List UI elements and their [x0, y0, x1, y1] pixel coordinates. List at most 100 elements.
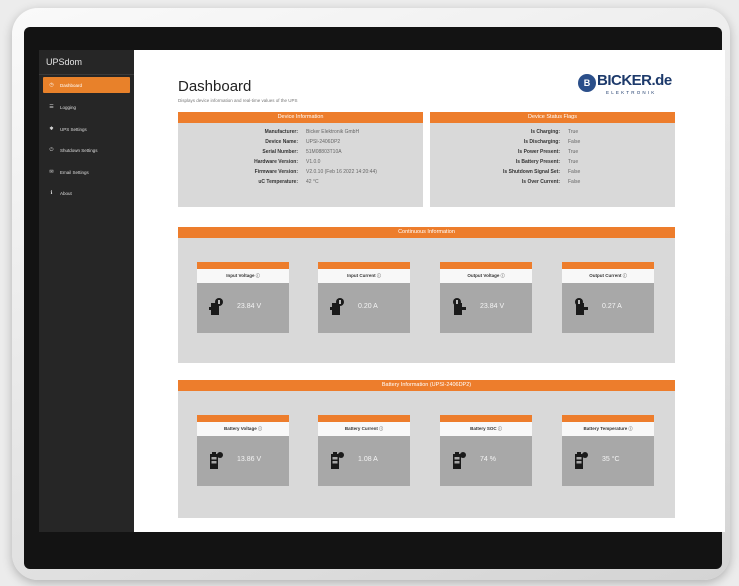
metric-card-battery-soc: Battery SOC ⓘ 74 % — [440, 415, 532, 486]
help-icon[interactable]: ⓘ — [628, 426, 632, 431]
metric-card-battery-voltage: Battery Voltage ⓘ 13.86 V — [197, 415, 289, 486]
kv-value: Bicker Elektronik GmbH — [306, 129, 360, 135]
card-body: 0.27 A — [562, 283, 654, 333]
card-label: Output Voltage ⓘ — [440, 269, 532, 283]
sidebar-item-shutdown-settings[interactable]: ⏻ Shutdown Settings — [43, 142, 130, 158]
help-icon[interactable]: ⓘ — [379, 426, 383, 431]
continuous-info-panel: Continuous Information Input Voltage ⓘ 2… — [178, 227, 675, 363]
card-value: 35 °C — [602, 456, 620, 463]
metric-card-battery-temperature: Battery Temperature ⓘ 35 °C — [562, 415, 654, 486]
plug-output-icon — [575, 298, 588, 315]
card-label-text: Input Current — [347, 273, 376, 278]
card-accent — [197, 415, 289, 422]
sidebar-item-about[interactable]: ℹ About — [43, 185, 130, 201]
power-icon: ⏻ — [49, 147, 54, 153]
card-accent — [318, 415, 410, 422]
gear-icon: ✱ — [49, 126, 54, 132]
sidebar: UPSdom ◷ Dashboard ☰ Logging ✱ UPS Setti… — [39, 50, 134, 532]
battery-icon — [575, 452, 588, 469]
kv-key: Is Power Present: — [518, 149, 560, 155]
card-body: 74 % — [440, 436, 532, 486]
page-subtitle: Displays device information and real-tim… — [178, 98, 298, 103]
kv-value: V1.0.0 — [306, 159, 321, 165]
card-accent — [318, 262, 410, 269]
kv-key: Device Name: — [265, 139, 298, 145]
sidebar-item-logging[interactable]: ☰ Logging — [43, 99, 130, 115]
card-value: 0.27 A — [602, 303, 622, 310]
kv-value: False — [568, 139, 581, 145]
help-icon[interactable]: ⓘ — [501, 273, 505, 278]
sidebar-item-label: About — [60, 190, 72, 196]
kv-key: Is Over Current: — [521, 179, 560, 185]
kv-value: 51M08803T10A — [306, 149, 342, 155]
logo-text: BICKER.de — [597, 72, 672, 89]
card-body: 23.84 V — [440, 283, 532, 333]
logo-subtext: ELEKTRONIK — [606, 90, 657, 95]
kv-key: Is Charging: — [530, 129, 560, 135]
kv-value: V2.0.10 (Feb 16 2022 14:20:44) — [306, 169, 377, 175]
card-value: 23.84 V — [237, 303, 262, 310]
battery-icon — [453, 452, 466, 469]
card-label: Battery SOC ⓘ — [440, 422, 532, 436]
kv-key: Serial Number: — [262, 149, 298, 155]
panel-title: Device Status Flags — [430, 112, 675, 123]
help-icon[interactable]: ⓘ — [498, 426, 502, 431]
card-body: 23.84 V — [197, 283, 289, 333]
kv-value: False — [568, 179, 581, 185]
battery-icon — [210, 452, 223, 469]
sidebar-item-label: UPS Settings — [60, 126, 87, 132]
list-icon: ☰ — [49, 104, 54, 110]
sidebar-item-label: Dashboard — [60, 82, 83, 88]
kv-value: 42 °C — [306, 179, 319, 185]
brand-name: UPSdom — [46, 57, 83, 67]
plug-input-icon — [209, 298, 223, 315]
sidebar-item-label: Shutdown Settings — [60, 147, 98, 153]
kv-value: False — [568, 169, 581, 175]
bicker-logo: B BICKER.de ELEKTRONIK — [578, 72, 678, 98]
sidebar-item-email-settings[interactable]: ✉ Email Settings — [43, 164, 130, 180]
metric-card-output-voltage: Output Voltage ⓘ 23.84 V — [440, 262, 532, 333]
status-flags-panel: Device Status Flags Is Charging: True Is … — [430, 112, 675, 207]
help-icon[interactable]: ⓘ — [258, 426, 262, 431]
card-value: 0.20 A — [358, 303, 378, 310]
card-label-text: Input Voltage — [226, 273, 255, 278]
page-title: Dashboard — [178, 78, 252, 95]
app-brand[interactable]: UPSdom — [39, 50, 134, 75]
kv-key: Is Discharging: — [523, 139, 560, 145]
metric-card-input-current: Input Current ⓘ 0.20 A — [318, 262, 410, 333]
plug-input-icon — [330, 298, 344, 315]
screen: UPSdom ◷ Dashboard ☰ Logging ✱ UPS Setti… — [39, 50, 725, 532]
kv-key: Is Shutdown Signal Set: — [503, 169, 560, 175]
kv-key: Manufacturer: — [264, 129, 298, 135]
panel-title: Device Information — [178, 112, 423, 123]
card-value: 1.08 A — [358, 456, 378, 463]
card-label-text: Battery Current — [344, 426, 378, 431]
card-label: Input Voltage ⓘ — [197, 269, 289, 283]
panel-title: Continuous Information — [178, 227, 675, 238]
card-accent — [197, 262, 289, 269]
kv-value: True — [568, 129, 579, 135]
card-accent — [562, 415, 654, 422]
help-icon[interactable]: ⓘ — [623, 273, 627, 278]
sidebar-item-label: Logging — [60, 104, 77, 110]
card-label: Output Current ⓘ — [562, 269, 654, 283]
card-body: 35 °C — [562, 436, 654, 486]
help-icon[interactable]: ⓘ — [377, 273, 381, 278]
logo-mark-icon: B — [578, 74, 596, 92]
sidebar-item-dashboard[interactable]: ◷ Dashboard — [43, 77, 130, 93]
card-accent — [440, 262, 532, 269]
sidebar-item-ups-settings[interactable]: ✱ UPS Settings — [43, 121, 130, 137]
card-value: 23.84 V — [480, 303, 505, 310]
device-info-panel: Device Information Manufacturer: Bicker E… — [178, 112, 423, 207]
card-label: Battery Voltage ⓘ — [197, 422, 289, 436]
help-icon[interactable]: ⓘ — [256, 273, 260, 278]
card-label-text: Battery Voltage — [224, 426, 257, 431]
envelope-icon: ✉ — [49, 169, 54, 175]
kv-value: UPSI-2406DP2 — [306, 139, 341, 145]
card-label-text: Output Current — [589, 273, 622, 278]
main-content: Dashboard Displays device information an… — [134, 50, 725, 532]
card-label: Input Current ⓘ — [318, 269, 410, 283]
kv-key: uC Temperature: — [258, 179, 298, 185]
kv-key: Firmware Version: — [254, 169, 298, 175]
kv-value: True — [568, 149, 579, 155]
